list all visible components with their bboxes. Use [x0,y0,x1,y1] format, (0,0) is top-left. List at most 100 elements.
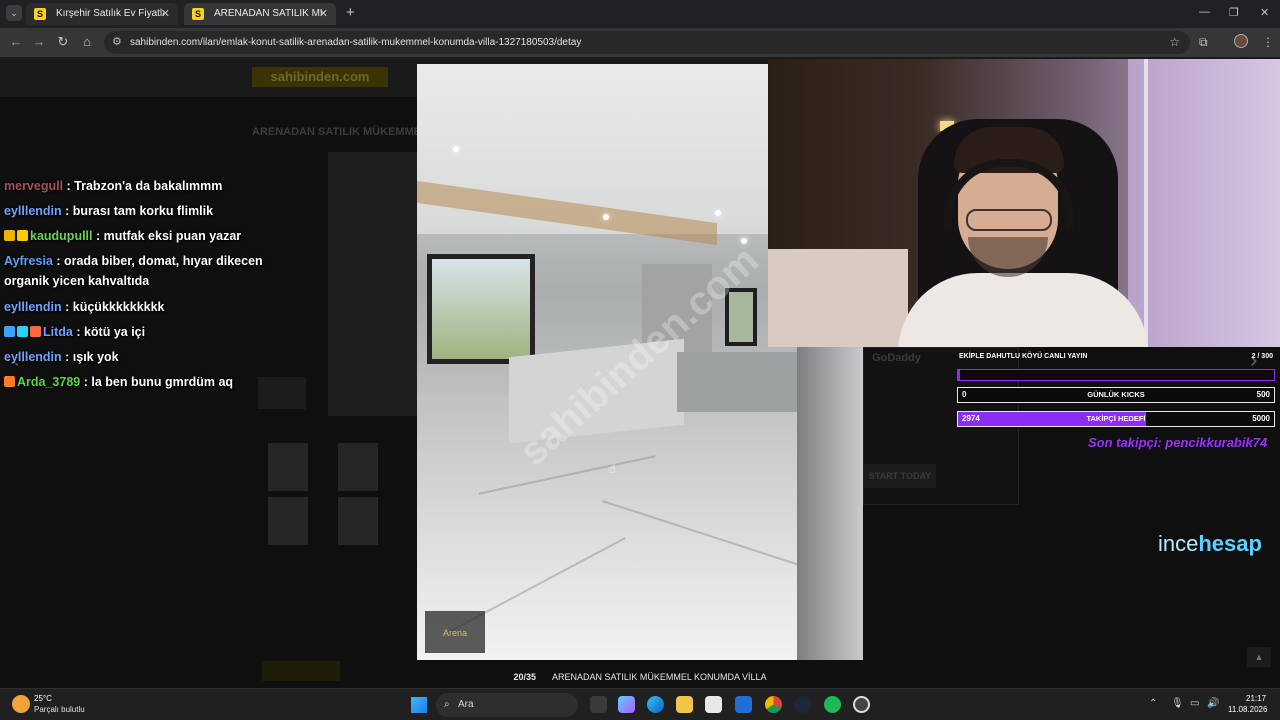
chat-username[interactable]: eylllendin [4,350,62,364]
arrow-right-icon[interactable]: → [31,34,47,50]
ceiling-lamp [453,146,459,152]
close-icon[interactable]: ✕ [161,3,170,25]
chat-username[interactable]: eylllendin [4,300,62,314]
chat-text: : küçükkkkkkkkk [61,300,165,314]
chat-badge-icon [17,230,28,241]
chat-badge-icon [4,326,15,337]
sponsor-light: ince [1158,531,1199,556]
spotify-icon[interactable] [824,696,841,713]
chat-username[interactable]: Litda [43,325,73,339]
photo-counter: 20/35 [513,672,536,682]
star-icon[interactable]: ☆ [1169,31,1180,54]
site-logo[interactable]: sahibinden.com [252,67,388,87]
goal-progress-bar [957,369,1275,381]
chat-username[interactable]: Ayfresia [4,254,53,268]
copilot-icon[interactable] [618,696,635,713]
ad-cta-button[interactable]: START TODAY [864,464,936,488]
lightbox-caption: 20/35 ARENADAN SATILIK MÜKEMMEL KONUMDA … [0,666,1280,688]
chat-username[interactable]: mervegull [4,179,63,193]
sponsor-bold: hesap [1198,531,1262,556]
window-close-icon[interactable]: ✕ [1260,6,1269,19]
restore-icon[interactable]: ❐ [1229,6,1239,19]
goal-progress-fill [958,370,961,380]
weather-description[interactable]: Parçalı bulutlu [34,705,85,714]
last-follower: Son takipçi: pencikkurabik74 [1088,435,1268,450]
volume-icon[interactable]: 🔊 [1207,698,1219,709]
hand-cursor-icon: ☝ [608,461,616,476]
network-icon[interactable]: ▭ [1190,698,1199,709]
tab-kirsehir[interactable]: S Kırşehir Satılık Ev Fiyatları sahibin … [26,3,178,25]
kicks-bar: GÜNLÜK KICKS 0 500 [957,387,1275,403]
new-tab-button[interactable]: + [346,5,355,21]
microphone-icon[interactable]: 🎙 [1171,698,1184,709]
chat-message: mervegull : Trabzon'a da bakalımmm [4,176,286,196]
tab-search-button[interactable]: ⌄ [6,5,22,21]
file-explorer-icon[interactable] [676,696,693,713]
site-info-icon[interactable]: ⚙ [112,31,122,54]
chrome-icon[interactable] [765,696,782,713]
chat-badge-icon [4,230,15,241]
taskbar: 25°C Parçalı bulutlu ⌕ Ara ⌃ 🎙 ▭ 🔊 21:17… [0,688,1280,720]
followers-current: 2974 [962,414,980,423]
ceiling-lamp [715,210,721,216]
chat-text: : Trabzon'a da bakalımmm [63,179,223,193]
url-text: sahibinden.com/ilan/emlak-konut-satilik-… [130,37,582,48]
reload-icon[interactable]: ↻ [55,34,71,50]
clock-date[interactable]: 11.08.2026 [1228,705,1267,714]
kicks-label: GÜNLÜK KICKS [1087,390,1145,399]
obs-icon[interactable] [853,696,870,713]
clock-time[interactable]: 21:17 [1246,694,1266,703]
address-bar[interactable]: ⚙ sahibinden.com/ilan/emlak-konut-satili… [104,31,1190,54]
close-icon[interactable]: ✕ [319,3,328,25]
webcam-feed [768,59,1280,347]
followers-target: 5000 [1252,414,1270,423]
puzzle-icon[interactable]: ⧉ [1199,35,1208,50]
chat-username[interactable]: eylllendin [4,204,62,218]
scroll-top-button[interactable]: ▲ [1247,647,1271,667]
chat-message: Ayfresia : orada biber, domat, hıyar dik… [4,251,286,291]
kebab-menu-icon[interactable]: ⋮ [1262,35,1274,49]
caption-text: ARENADAN SATILIK MÜKEMMEL KONUMDA VİLLA [551,672,767,682]
chat-text: : kötü ya içi [72,325,146,339]
weather-icon[interactable] [12,695,30,713]
chat-username[interactable]: Arda_3789 [17,375,80,389]
thumbnail[interactable] [268,443,308,491]
store-icon[interactable] [705,696,722,713]
edge-icon[interactable] [647,696,664,713]
chat-message: Arda_3789 : la ben bunu gmrdüm aq [4,372,286,392]
door-frame [1144,59,1148,347]
chat-text: : ışık yok [61,350,119,364]
thumbnail[interactable] [338,497,378,545]
glasses [966,209,1052,231]
arrow-left-icon[interactable]: ← [8,34,24,50]
agency-logo: Arena [425,611,485,653]
tab-strip: ⌄ S Kırşehir Satılık Ev Fiyatları sahibi… [0,0,1280,28]
search-icon: ⌕ [444,699,450,710]
followers-bar: TAKİPÇİ HEDEFİ 2974 5000 [957,411,1275,427]
chat-text: : la ben bunu gmrdüm aq [80,375,234,389]
chat-username[interactable]: kaudupulll [30,229,93,243]
task-view-icon[interactable] [590,696,607,713]
thumbnail[interactable] [338,443,378,491]
weather-temperature[interactable]: 25°C [34,694,52,703]
chat-message: Litda : kötü ya içi [4,322,286,342]
search-placeholder: Ara [458,699,474,710]
chat-badge-icon [30,326,41,337]
taskbar-search[interactable]: ⌕ Ara [436,693,578,717]
kitchen-counter [677,352,817,412]
door [1128,59,1280,347]
ceiling-lamp [603,214,609,220]
steam-icon[interactable] [794,696,811,713]
chat-message: kaudupulll : mutfak eksi puan yazar [4,226,286,246]
windows-start-icon[interactable] [411,697,427,713]
tab-arenadan[interactable]: S ARENADAN SATILIK MÜKEMMEL ✕ [184,3,336,25]
chevron-up-icon[interactable]: ⌃ [1149,698,1157,709]
home-icon[interactable]: ⌂ [79,34,95,50]
minimize-icon[interactable]: — [1199,6,1210,18]
chat-message: eylllendin : ışık yok [4,347,286,367]
chat-text: : mutfak eksi puan yazar [92,229,242,243]
listing-title: ARENADAN SATILIK MÜKEMMEL [252,126,428,138]
profile-avatar[interactable] [1234,34,1248,48]
thumbnail[interactable] [268,497,308,545]
mail-icon[interactable] [735,696,752,713]
